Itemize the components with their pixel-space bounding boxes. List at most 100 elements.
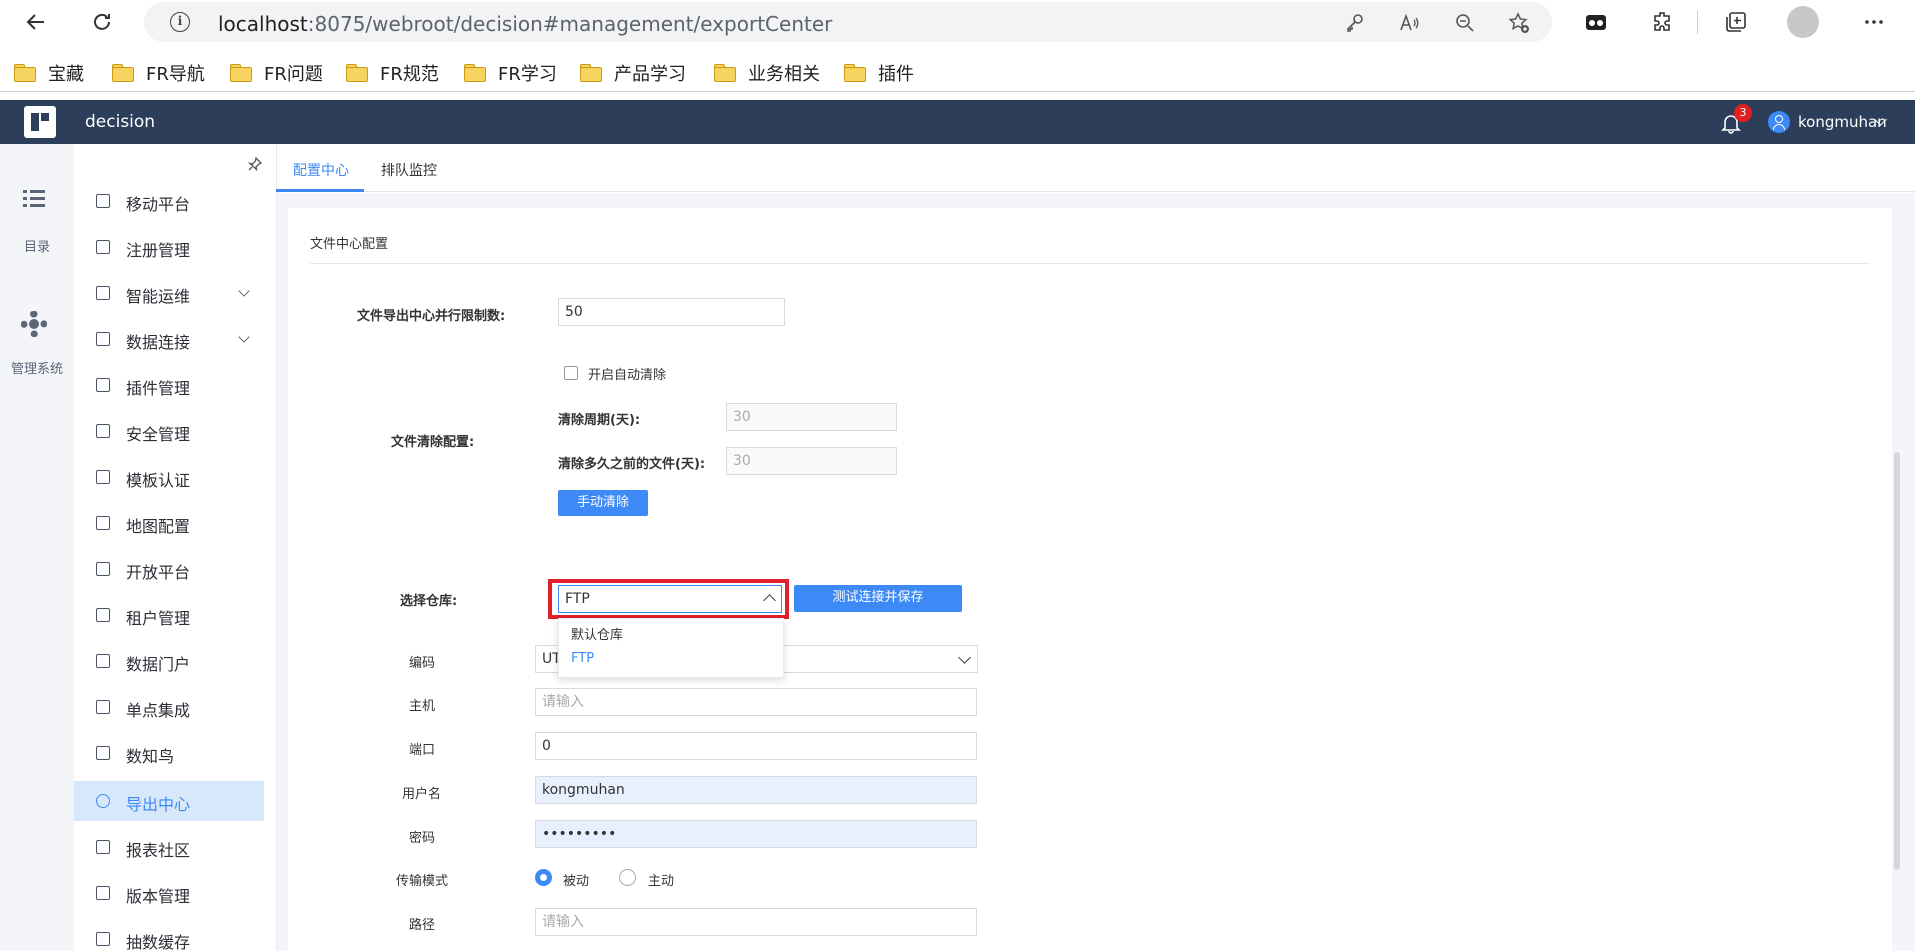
sidebar-item[interactable]: 智能运维 bbox=[74, 273, 264, 313]
reload-icon bbox=[94, 13, 110, 30]
left-rail bbox=[0, 144, 74, 951]
test-save-button[interactable]: 测试连接并保存 bbox=[794, 585, 962, 612]
tab-config-center[interactable]: 配置中心 bbox=[293, 160, 349, 180]
path-label: 路径 bbox=[409, 918, 436, 933]
mode-passive-radio[interactable] bbox=[535, 869, 552, 886]
sidebar-item[interactable]: 移动平台 bbox=[74, 181, 264, 221]
profile-avatar[interactable] bbox=[1787, 6, 1819, 38]
repo-select[interactable]: FTP bbox=[558, 585, 782, 613]
tab-queue-monitor[interactable]: 排队监控 bbox=[381, 160, 437, 180]
auto-clean-label[interactable]: 开启自动清除 bbox=[588, 364, 666, 383]
scrollbar[interactable] bbox=[1894, 452, 1900, 870]
user-icon[interactable] bbox=[1768, 111, 1790, 133]
folder-icon bbox=[464, 64, 486, 82]
sidebar-item[interactable]: 版本管理 bbox=[74, 873, 264, 913]
collections-icon[interactable] bbox=[1724, 10, 1748, 34]
sidebar-item[interactable]: 注册管理 bbox=[74, 227, 264, 267]
period-input[interactable]: 30 bbox=[726, 403, 897, 431]
extensions-icon[interactable] bbox=[1651, 10, 1675, 34]
bookmark-folder[interactable]: 宝藏 bbox=[14, 60, 84, 86]
age-label: 清除多久之前的文件(天): bbox=[558, 457, 706, 472]
panel-title: 文件中心配置 bbox=[310, 237, 389, 252]
sidebar-item-label: 数据连接 bbox=[126, 333, 191, 352]
mode-active-radio[interactable] bbox=[619, 869, 636, 886]
password-label: 密码 bbox=[409, 831, 436, 846]
extension-app-icon[interactable] bbox=[1584, 10, 1608, 34]
sidebar-item[interactable]: 抽数缓存 bbox=[74, 919, 264, 951]
cleanup-label: 文件清除配置: bbox=[391, 435, 475, 450]
gear-icon bbox=[96, 840, 110, 854]
back-button[interactable] bbox=[16, 2, 56, 42]
concurrency-input[interactable]: 50 bbox=[558, 298, 785, 326]
more-menu-icon[interactable] bbox=[1862, 10, 1886, 34]
mode-active-label[interactable]: 主动 bbox=[648, 870, 674, 889]
period-label: 清除周期(天): bbox=[558, 413, 641, 428]
read-aloud-icon[interactable] bbox=[1399, 12, 1421, 34]
gear-icon bbox=[96, 794, 110, 808]
bookmark-folder[interactable]: FR导航 bbox=[112, 60, 205, 86]
app-title: decision bbox=[85, 112, 156, 132]
username-input[interactable]: kongmuhan bbox=[535, 776, 977, 804]
sidebar-item[interactable]: 数据门户 bbox=[74, 641, 264, 681]
favorite-add-icon[interactable] bbox=[1508, 12, 1530, 34]
zoom-out-icon[interactable] bbox=[1454, 12, 1476, 34]
bookmarks-bar: 宝藏 FR导航 FR问题 FR规范 FR学习 产品学习 业务相关 插件 bbox=[0, 50, 1915, 92]
plugin-icon bbox=[96, 378, 110, 392]
sidebar-item[interactable]: 单点集成 bbox=[74, 687, 264, 727]
bookmark-folder[interactable]: FR问题 bbox=[230, 60, 323, 86]
port-input[interactable]: 0 bbox=[535, 732, 977, 760]
sidebar-item-label: 开放平台 bbox=[126, 563, 191, 582]
sidebar-item[interactable]: 插件管理 bbox=[74, 365, 264, 405]
sidebar-item[interactable]: 报表社区 bbox=[74, 827, 264, 867]
folder-icon bbox=[714, 64, 736, 82]
sidebar-item[interactable]: 租户管理 bbox=[74, 595, 264, 635]
manual-clean-button[interactable]: 手动清除 bbox=[558, 490, 648, 516]
pin-icon[interactable] bbox=[248, 157, 262, 171]
sidebar-item-label: 地图配置 bbox=[126, 517, 191, 536]
gear-icon[interactable] bbox=[21, 311, 47, 337]
path-input[interactable]: 请输入 bbox=[535, 908, 977, 936]
sidebar-item[interactable]: 数据连接 bbox=[74, 319, 264, 359]
mode-passive-label[interactable]: 被动 bbox=[563, 870, 589, 889]
folder-icon bbox=[230, 64, 252, 82]
user-name[interactable]: kongmuhan bbox=[1798, 113, 1887, 131]
toolbar-divider bbox=[1697, 10, 1698, 34]
sidebar-item[interactable]: 开放平台 bbox=[74, 549, 264, 589]
bookmark-folder[interactable]: 产品学习 bbox=[580, 60, 686, 86]
sso-icon bbox=[96, 700, 110, 714]
portal-icon bbox=[96, 654, 110, 668]
sidebar-item[interactable]: 安全管理 bbox=[74, 411, 264, 451]
url-text: localhost:8075/webroot/decision#manageme… bbox=[218, 12, 833, 36]
sidebar-item-label: 版本管理 bbox=[126, 887, 191, 906]
repo-option-default[interactable]: 默认仓库 bbox=[571, 624, 623, 643]
password-input[interactable]: ••••••••• bbox=[535, 820, 977, 848]
bookmark-folder[interactable]: FR规范 bbox=[346, 60, 439, 86]
rail-system-label[interactable]: 管理系统 bbox=[0, 358, 74, 377]
bookmark-folder[interactable]: FR学习 bbox=[464, 60, 557, 86]
notification-badge: 3 bbox=[1734, 104, 1752, 122]
sidebar-item[interactable]: 导出中心 bbox=[74, 781, 264, 821]
repo-label: 选择仓库: bbox=[400, 594, 458, 609]
key-icon[interactable] bbox=[1344, 12, 1366, 34]
bookmark-folder[interactable]: 插件 bbox=[844, 60, 914, 86]
reload-button[interactable] bbox=[82, 2, 122, 42]
bookmark-folder[interactable]: 业务相关 bbox=[714, 60, 820, 86]
catalog-list-icon[interactable] bbox=[23, 190, 45, 208]
chevron-down-icon[interactable] bbox=[238, 285, 250, 297]
folder-icon bbox=[14, 64, 36, 82]
repo-option-ftp[interactable]: FTP bbox=[571, 651, 594, 666]
gear-icon bbox=[96, 932, 110, 946]
rail-catalog-label[interactable]: 目录 bbox=[0, 236, 74, 255]
host-input[interactable]: 请输入 bbox=[535, 688, 977, 716]
auto-clean-checkbox[interactable] bbox=[564, 366, 578, 380]
sidebar-item[interactable]: 模板认证 bbox=[74, 457, 264, 497]
sidebar-item-label: 注册管理 bbox=[126, 241, 191, 260]
chevron-down-icon[interactable] bbox=[238, 331, 250, 343]
username-label: 用户名 bbox=[402, 787, 442, 802]
sidebar-item[interactable]: 数知鸟 bbox=[74, 733, 264, 773]
address-bar[interactable]: i localhost:8075/webroot/decision#manage… bbox=[144, 2, 1552, 42]
info-icon[interactable]: i bbox=[170, 12, 190, 32]
age-input[interactable]: 30 bbox=[726, 447, 897, 475]
register-icon bbox=[96, 240, 110, 254]
sidebar-item[interactable]: 地图配置 bbox=[74, 503, 264, 543]
